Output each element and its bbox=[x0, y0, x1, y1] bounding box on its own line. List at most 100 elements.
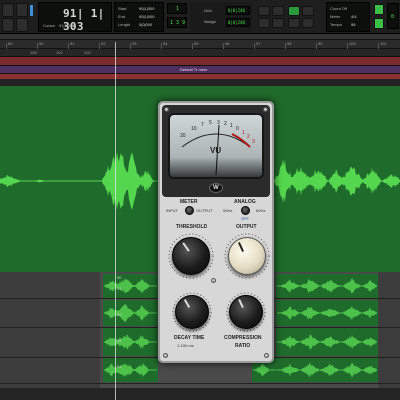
loop-button[interactable] bbox=[258, 18, 270, 28]
input-label: INPUT bbox=[166, 208, 178, 213]
nudge-value-display[interactable]: 0|0|240 bbox=[226, 18, 250, 27]
vu-label: VU bbox=[210, 146, 221, 155]
track-tag-4: 93 bbox=[117, 338, 122, 343]
timeline-ruler[interactable]: 89 90 91 92 93 94 95 96 97 98 99 100 101 bbox=[0, 40, 400, 49]
compression-ratio-knob[interactable] bbox=[229, 295, 263, 329]
track-tag-3: 92 bbox=[117, 312, 122, 317]
waveform-shape bbox=[104, 278, 157, 294]
ruler-bar-label: 99 bbox=[318, 41, 323, 46]
screw-bottom-right bbox=[264, 353, 269, 358]
waveform-shape bbox=[104, 334, 157, 350]
grid-value: 0|0|240 bbox=[228, 8, 245, 13]
aux-display-2[interactable]: 1 3 9 bbox=[167, 17, 187, 28]
vu-scale-2: 2 bbox=[224, 121, 227, 127]
tempo-value: 98 bbox=[351, 22, 356, 27]
nudge-value: 0|0|240 bbox=[228, 20, 245, 25]
plugin-logo: W bbox=[209, 183, 223, 193]
length-label: Length bbox=[118, 22, 131, 27]
length-value: 0|0|000 bbox=[139, 22, 153, 27]
midi-indicator[interactable] bbox=[374, 4, 384, 15]
meter-label: METER bbox=[180, 199, 198, 205]
trim-tool-button[interactable] bbox=[16, 3, 28, 17]
ruler-bar-label: 96 bbox=[225, 41, 230, 46]
vu-scale-plus1: 1 bbox=[242, 130, 245, 136]
rewind-button[interactable] bbox=[272, 6, 284, 16]
threshold-label: THRESHOLD bbox=[176, 224, 208, 230]
plugin-logo-text: W bbox=[213, 185, 219, 191]
meter-value: 4/4 bbox=[351, 14, 357, 19]
analog-60hz-label: 60Hz bbox=[256, 208, 266, 213]
vu-scale-20: 20 bbox=[180, 133, 186, 139]
decay-sub-label: 1-100 ms bbox=[177, 343, 194, 348]
ratio-label: RATIO bbox=[235, 343, 251, 349]
nudge-grid-panel: Grid Nudge 0|0|240 0|0|240 bbox=[190, 2, 252, 32]
vu-scale-5: 5 bbox=[209, 120, 212, 126]
output-knob[interactable] bbox=[228, 237, 266, 275]
record-button[interactable] bbox=[302, 6, 314, 16]
markers-ruler[interactable]: 100 101 102 bbox=[0, 49, 400, 57]
aux-value-2: 1 3 9 bbox=[170, 20, 186, 26]
waveform-shape bbox=[277, 278, 377, 294]
select-tool-button[interactable] bbox=[2, 18, 14, 32]
mode-indicator[interactable] bbox=[30, 5, 33, 16]
tempo-ruler[interactable] bbox=[0, 57, 400, 66]
cursor-label: Cursor bbox=[43, 23, 56, 28]
output-label: OUTPUT bbox=[196, 208, 213, 213]
ruler-bar-label: 94 bbox=[163, 41, 168, 46]
ruler-bar-label: 93 bbox=[132, 41, 137, 46]
output-knob-label: OUTPUT bbox=[236, 224, 257, 230]
aux-display-3[interactable]: 0 bbox=[387, 3, 399, 29]
track-divider-4 bbox=[0, 383, 400, 384]
meter-tempo-display[interactable]: Count Off Meter Tempo 4/4 98 bbox=[326, 2, 370, 32]
transport-bar: 91| 1| 303 Cursor 91|1|303 Start End Len… bbox=[0, 0, 400, 34]
fast-forward-button[interactable] bbox=[288, 18, 300, 28]
threshold-knob-pointer bbox=[182, 242, 190, 252]
bottom-strip bbox=[0, 388, 400, 400]
threshold-knob[interactable] bbox=[172, 237, 210, 275]
main-counter-display[interactable]: 91| 1| 303 Cursor 91|1|303 bbox=[38, 2, 112, 33]
waveform-shape bbox=[104, 363, 157, 377]
vu-scale-1: 1 bbox=[230, 123, 233, 129]
analog-label: ANALOG bbox=[234, 199, 256, 205]
vu-meter-housing: 20 10 7 5 3 2 1 0 1 2 3 VU W bbox=[162, 105, 270, 197]
play-button[interactable] bbox=[288, 6, 300, 16]
click-indicator[interactable] bbox=[374, 18, 384, 29]
start-label: Start bbox=[118, 6, 127, 11]
waveform-shape bbox=[277, 305, 377, 321]
screw-top-right bbox=[263, 107, 268, 112]
track-tag-1: 90 bbox=[117, 275, 122, 280]
meter-toggle-switch[interactable] bbox=[185, 206, 194, 215]
vu-scale-7: 7 bbox=[201, 122, 204, 128]
output-knob-pointer bbox=[237, 242, 245, 252]
ruler-bar-label: 97 bbox=[256, 41, 261, 46]
go-to-start-button[interactable] bbox=[258, 6, 270, 16]
vu-scale-plus2: 2 bbox=[247, 134, 250, 140]
start-value: 90|1|000 bbox=[139, 6, 155, 11]
region-title: Default Tr mem bbox=[180, 67, 208, 72]
go-to-end-button[interactable] bbox=[302, 18, 314, 28]
screw-bottom-left bbox=[163, 353, 168, 358]
waveform-shape bbox=[104, 304, 157, 322]
aux-value-3: 0 bbox=[391, 14, 395, 20]
stop-button[interactable] bbox=[272, 18, 284, 28]
playhead-cursor[interactable] bbox=[115, 42, 116, 400]
grabber-tool-button[interactable] bbox=[16, 18, 28, 32]
transport-controls bbox=[258, 4, 318, 30]
compressor-plugin-window[interactable]: 20 10 7 5 3 2 1 0 1 2 3 VU W METER INPUT… bbox=[158, 101, 274, 363]
analog-toggle-switch[interactable] bbox=[241, 206, 250, 215]
waveform-shape bbox=[253, 363, 276, 377]
ruler-bar-label: 95 bbox=[194, 41, 199, 46]
selection-display[interactable]: Start End Length 90|1|000 90|1|000 0|0|0… bbox=[114, 2, 164, 32]
region-title-bar[interactable]: Default Tr mem bbox=[0, 66, 400, 74]
decay-time-knob[interactable] bbox=[175, 295, 209, 329]
vu-shadow bbox=[170, 157, 262, 177]
aux-value-1: 1 bbox=[176, 6, 180, 12]
grid-value-display[interactable]: 0|0|240 bbox=[226, 6, 250, 15]
marker-label: 101 bbox=[56, 50, 63, 55]
count-off-label: Count Off bbox=[330, 6, 348, 11]
aux-display-1[interactable]: 1 bbox=[167, 3, 187, 14]
vu-scale-plus3: 3 bbox=[252, 139, 255, 145]
zoom-tool-button[interactable] bbox=[2, 3, 14, 17]
compression-knob-pointer bbox=[238, 298, 244, 309]
nudge-label: Nudge bbox=[204, 19, 216, 24]
